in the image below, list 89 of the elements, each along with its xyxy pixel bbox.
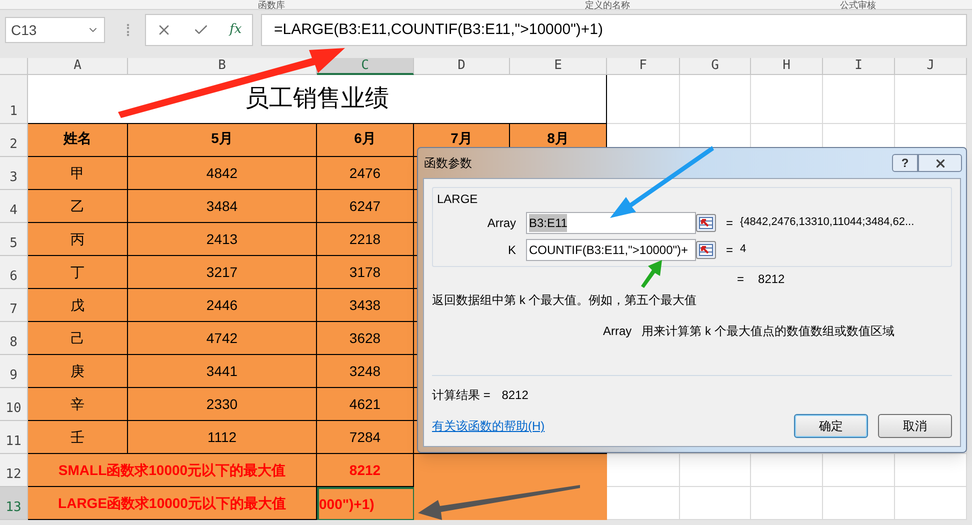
dialog-button[interactable]: 取消 [878, 414, 952, 438]
table-cell: 4621 [317, 388, 414, 421]
table-cell: 2330 [128, 388, 317, 421]
table-cell: 3438 [317, 289, 414, 322]
table-cell: 辛 [28, 388, 128, 421]
table-cell: 甲 [28, 157, 128, 190]
table-cell: 丙 [28, 223, 128, 256]
argument-field[interactable]: COUNTIF(B3:E11,">10000")+ [526, 238, 696, 260]
name-box[interactable]: C13 [5, 17, 105, 43]
header-cell: 6月 [317, 124, 414, 157]
table-cell: 4842 [128, 157, 317, 190]
range-select-icon[interactable] [696, 214, 716, 232]
row-number[interactable]: 8 [0, 322, 28, 355]
formula-field[interactable]: =LARGE(B3:E11,COUNTIF(B3:E11,">10000")+1) [261, 14, 967, 46]
header-cell: 姓名 [28, 124, 128, 157]
table-cell: 2218 [317, 223, 414, 256]
dialog-button[interactable]: 确定 [794, 414, 868, 438]
column-header[interactable]: H [751, 58, 823, 75]
row-number[interactable]: 6 [0, 256, 28, 289]
range-select-icon[interactable] [696, 240, 716, 258]
close-button[interactable] [918, 154, 962, 172]
help-link[interactable]: 有关该函数的帮助(H) [432, 417, 545, 435]
table-cell: 丁 [28, 256, 128, 289]
result-text: 计算结果 = 8212 [432, 387, 530, 404]
table-cell: 8212 [317, 454, 414, 487]
table-cell: 3484 [128, 190, 317, 223]
table-cell: 3441 [128, 355, 317, 388]
column-header[interactable]: J [895, 58, 967, 75]
column-header[interactable]: C [317, 58, 414, 75]
table-cell: 1112 [128, 421, 317, 454]
ribbon-group-label: 定义的名称 [585, 0, 630, 9]
table-cell: 2446 [128, 289, 317, 322]
close-icon [934, 156, 946, 170]
table-cell: 3628 [317, 322, 414, 355]
table-cell: 戊 [28, 289, 128, 322]
table-cell: 3248 [317, 355, 414, 388]
table-cell: 7284 [317, 421, 414, 454]
table-cell: 乙 [28, 190, 128, 223]
equals-sign: = [737, 271, 744, 288]
formula-result: 8212 [758, 271, 785, 288]
table-cell: 壬 [28, 421, 128, 454]
table-cell: 庚 [28, 355, 128, 388]
row-number[interactable]: 3 [0, 157, 28, 190]
row-number[interactable]: 2 [0, 124, 28, 157]
sheet-title: 员工销售业绩 [28, 75, 607, 124]
argument-result: {4842,2476,13310,11044;3484,62... [740, 215, 914, 230]
row-number[interactable]: 11 [0, 421, 28, 454]
summary-label: LARGE函数求10000元以下的最大值 [28, 487, 317, 520]
row-number[interactable]: 10 [0, 388, 28, 421]
column-header[interactable]: G [680, 58, 751, 75]
equals-sign: = [726, 242, 734, 258]
insert-function-button[interactable]: fx [230, 20, 242, 40]
argument-label: Array [486, 214, 517, 232]
function-description: 返回数据组中第 k 个最大值。例如，第五个最大值 [432, 292, 698, 309]
row-number[interactable]: 7 [0, 289, 28, 322]
row-number[interactable]: 4 [0, 190, 28, 223]
argument-help-name: Array [603, 323, 632, 340]
help-button[interactable]: ? [892, 154, 918, 172]
argument-help: 用来计算第 k 个最大值点的数值数组或数值区域 [642, 323, 894, 340]
argument-label: K [506, 242, 517, 258]
ribbon-group-label: 公式审核 [840, 0, 876, 9]
row-number[interactable]: 12 [0, 454, 28, 487]
argument-result: 4 [740, 242, 746, 258]
table-cell: 000")+1) [317, 487, 414, 520]
column-header[interactable]: E [510, 58, 607, 75]
equals-sign: = [726, 214, 734, 232]
row-number[interactable]: 9 [0, 355, 28, 388]
table-cell: 2413 [128, 223, 317, 256]
column-header[interactable]: I [823, 58, 895, 75]
table-cell: 3178 [317, 256, 414, 289]
column-header[interactable]: D [414, 58, 510, 75]
ribbon-group-label: 函数库 [258, 0, 285, 9]
column-header[interactable]: F [607, 58, 680, 75]
column-header[interactable]: A [28, 58, 128, 75]
summary-label: SMALL函数求10000元以下的最大值 [28, 454, 317, 487]
header-cell: 5月 [128, 124, 317, 157]
argument-field[interactable]: B3:E11 [526, 212, 696, 234]
table-cell: 己 [28, 322, 128, 355]
arrow [641, 260, 662, 288]
function-name: LARGE [436, 191, 479, 208]
row-number[interactable]: 1 [0, 75, 28, 124]
row-number[interactable]: 5 [0, 223, 28, 256]
dialog-title: 函数参数 [424, 155, 472, 172]
separator-icon [127, 24, 129, 36]
row-number[interactable]: 13 [0, 487, 28, 520]
table-cell: 2476 [317, 157, 414, 190]
table-cell: 6247 [317, 190, 414, 223]
table-cell: 4742 [128, 322, 317, 355]
table-cell: 3217 [128, 256, 317, 289]
